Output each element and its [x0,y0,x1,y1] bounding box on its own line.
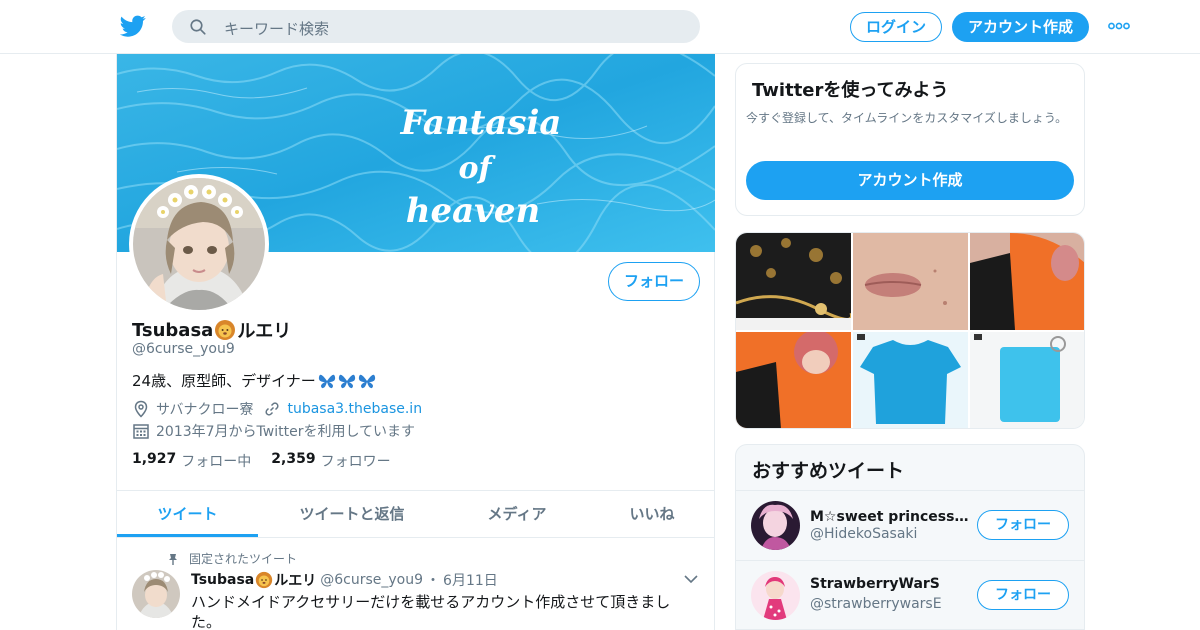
profile-joined-date: 2013年7月からTwitterを利用しています [156,424,416,440]
tweet-author-name-prefix: Tsubasa [191,572,255,588]
signup-button[interactable]: アカウント作成 [952,12,1089,42]
butterfly-emoji-icon [318,374,335,388]
recommended-name[interactable]: StrawberryWarS [810,576,970,592]
recommended-item: StrawberryWarS @strawberrywarsE フォロー [736,560,1084,630]
recommended-name[interactable]: M☆sweet princessプ… [810,506,970,526]
recommended-follow-button[interactable]: フォロー [977,580,1069,610]
profile-handle: @6curse_you9 [132,341,235,357]
media-thumbnail[interactable] [970,233,1084,330]
following-label[interactable]: フォロー中 [181,451,251,471]
profile-location: サバナクロー寮 [156,402,254,418]
banner-text-line-2: of [459,151,497,186]
butterfly-emoji-icon [338,374,355,388]
profile-joined-row: 2013年7月からTwitterを利用しています [132,421,415,441]
recommended-panel: おすすめツイート M☆sweet princessプ… @HidekoSasak… [735,444,1085,630]
twitter-logo-icon[interactable] [120,13,146,39]
media-grid [735,232,1085,429]
tweet-separator: ・ [426,573,441,589]
profile-name-prefix: Tsubasa [132,319,214,341]
profile-stats: 1,927 フォロー中 2,359 フォロワー [132,451,411,471]
banner-text-line-1: Fantasia [400,103,562,143]
media-thumbnail[interactable] [853,233,968,330]
recommended-title: おすすめツイート [752,460,905,482]
login-button[interactable]: ログイン [850,12,942,42]
profile-tabs: ツイート ツイートと返信 メディア いいね [117,490,715,538]
media-thumbnail[interactable] [853,332,968,428]
avatar-image [133,178,265,310]
tweet-header: Tsubasa ルエリ @6curse_you9 ・ 6月11日 [191,570,498,590]
tweet-author-handle[interactable]: @6curse_you9 [320,572,423,588]
following-count[interactable]: 1,927 [132,451,176,471]
banner-text-line-3: heaven [406,191,541,231]
profile-name-suffix: ルエリ [237,321,292,342]
calendar-icon [133,424,149,439]
profile-avatar[interactable] [129,174,269,314]
media-thumbnail[interactable] [970,332,1084,428]
tab-tweets[interactable]: ツイート [117,491,258,537]
profile-website-link[interactable]: tubasa3.thebase.in [287,401,422,417]
tab-likes[interactable]: いいね [607,491,697,537]
top-navigation-bar: キーワード検索 ログイン アカウント作成 [0,0,1200,54]
profile-column: Fantasia of heaven フォロー Tsubasa ルエリ @6cu… [116,54,715,630]
chevron-down-icon[interactable] [683,573,699,585]
signup-card: Twitterを使ってみよう 今すぐ登録して、タイムラインをカスタマイズしましょ… [735,63,1085,216]
tweet-avatar[interactable] [132,570,180,618]
search-icon [190,19,206,35]
media-thumbnail[interactable] [736,233,851,330]
recommended-handle[interactable]: @HidekoSasaki [810,526,917,542]
profile-bio-text: 24歳、原型師、デザイナー [132,372,316,390]
pinned-label: 固定されたツイート [189,552,298,566]
lion-emoji-icon [215,320,236,340]
followers-label[interactable]: フォロワー [321,451,391,471]
tweet-date[interactable]: 6月11日 [443,570,498,590]
search-input[interactable]: キーワード検索 [224,18,329,39]
profile-name: Tsubasa ルエリ [132,317,291,343]
tweet-text: ハンドメイドアクセサリーだけを載せるアカウント作成させて頂きました。 [191,593,671,630]
followers-count[interactable]: 2,359 [271,451,315,471]
follow-button[interactable]: フォロー [608,262,700,301]
search-box[interactable]: キーワード検索 [172,10,700,43]
location-icon [134,400,148,418]
tweet-author-name[interactable]: Tsubasa ルエリ [191,570,316,590]
signup-card-title: Twitterを使ってみよう [752,80,949,101]
recommended-handle[interactable]: @strawberrywarsE [810,596,942,612]
more-dots-icon[interactable] [1108,22,1130,30]
tab-tweets-and-replies[interactable]: ツイートと返信 [287,491,417,537]
pin-icon [169,553,177,565]
butterfly-emoji-icon [358,374,375,388]
signup-card-button[interactable]: アカウント作成 [746,161,1074,200]
recommended-item: M☆sweet princessプ… @HidekoSasaki フォロー [736,490,1084,560]
signup-card-subtitle: 今すぐ登録して、タイムラインをカスタマイズしましょう。 [746,111,1068,125]
tab-media[interactable]: メディア [467,491,567,537]
recommended-follow-button[interactable]: フォロー [977,510,1069,540]
lion-emoji-icon [256,571,273,589]
media-thumbnail[interactable] [736,332,851,428]
recommended-avatar[interactable] [751,571,800,620]
profile-location-row: サバナクロー寮 tubasa3.thebase.in [132,399,422,419]
tweet-author-name-suffix: ルエリ [274,573,317,589]
link-icon [265,402,280,416]
profile-bio: 24歳、原型師、デザイナー [132,370,376,391]
pinned-indicator: 固定されたツイート [167,550,297,567]
recommended-avatar[interactable] [751,501,800,550]
